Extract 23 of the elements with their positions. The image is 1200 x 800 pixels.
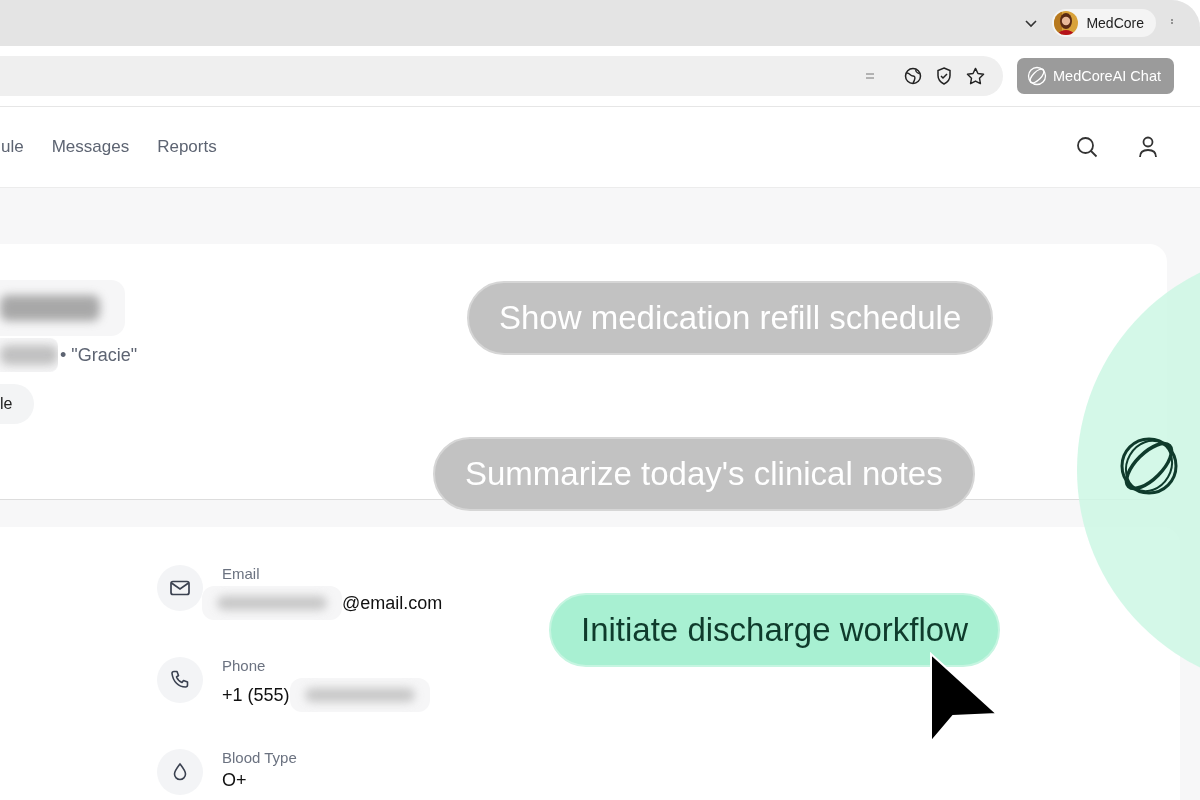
search-icon[interactable] bbox=[1076, 136, 1098, 158]
status-chip: le bbox=[0, 384, 35, 424]
field-label: Blood Type bbox=[222, 749, 297, 766]
nav-link[interactable]: Messages bbox=[51, 137, 130, 157]
globe-logo-icon bbox=[1027, 66, 1047, 86]
star-icon[interactable] bbox=[966, 67, 985, 85]
field-value: @email.com bbox=[342, 592, 443, 614]
envelope-icon bbox=[157, 565, 203, 611]
field-label: Email bbox=[222, 565, 261, 582]
patient-nickname: • "Gracie" bbox=[60, 344, 138, 366]
drop-icon bbox=[157, 749, 203, 795]
profile-button[interactable]: MedCore bbox=[1052, 9, 1156, 37]
field-value: +1 (555) bbox=[222, 684, 290, 706]
nav-link[interactable]: ule bbox=[1, 137, 24, 157]
globe-icon[interactable] bbox=[904, 67, 922, 85]
nav-link[interactable]: Reports bbox=[157, 137, 217, 157]
suggestion-chip[interactable]: Initiate discharge workflow bbox=[549, 593, 1000, 667]
shield-check-icon[interactable] bbox=[936, 67, 952, 85]
globe-logo-icon bbox=[1119, 436, 1179, 496]
user-icon[interactable] bbox=[1138, 136, 1158, 158]
field-value: O+ bbox=[222, 770, 247, 791]
field-label: Phone bbox=[222, 657, 267, 674]
phone-icon bbox=[157, 657, 203, 703]
